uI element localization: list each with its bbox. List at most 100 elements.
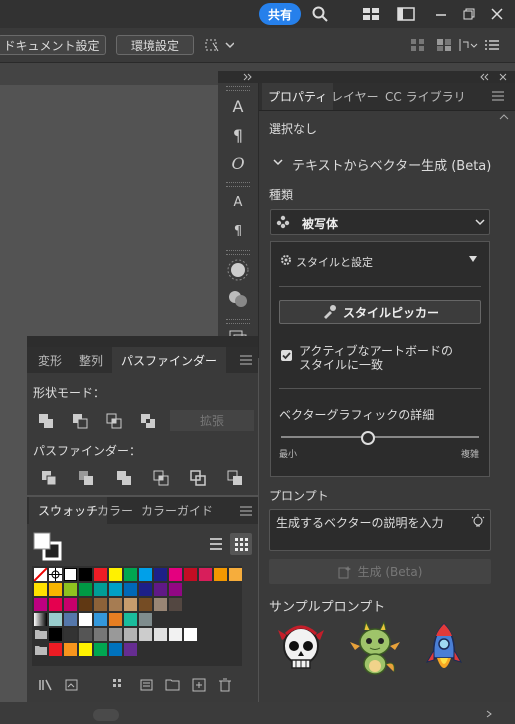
section-title[interactable]: テキストからベクター生成 (Beta) — [292, 155, 491, 174]
swatch[interactable] — [169, 583, 182, 596]
swatch-libraries-icon[interactable] — [38, 678, 54, 692]
search-icon[interactable] — [311, 5, 329, 23]
swatch[interactable] — [199, 568, 212, 581]
list-view-icon[interactable] — [205, 533, 227, 555]
trim-icon[interactable] — [77, 469, 95, 487]
swatch[interactable] — [109, 568, 122, 581]
swatch-pattern[interactable] — [49, 613, 62, 626]
swatch[interactable] — [109, 613, 122, 626]
paragraph-styles-icon[interactable]: ¶ — [226, 219, 250, 243]
grip[interactable] — [226, 86, 250, 91]
graphic-styles-icon[interactable] — [226, 287, 250, 311]
swatch[interactable] — [154, 598, 167, 611]
swatch[interactable] — [109, 628, 122, 641]
tab-transform[interactable]: 変形 — [29, 347, 71, 373]
collapse-icon[interactable] — [243, 73, 253, 81]
swatch[interactable] — [49, 598, 62, 611]
sample-rocket-image[interactable] — [424, 622, 464, 678]
swatch[interactable] — [109, 598, 122, 611]
minus-front-icon[interactable] — [71, 412, 89, 430]
horizontal-scroll-thumb[interactable] — [93, 709, 119, 721]
grip[interactable] — [226, 182, 250, 187]
tab-pathfinder[interactable]: パスファインダー — [112, 347, 227, 373]
tab-properties[interactable]: プロパティ — [262, 83, 334, 110]
panel-menu-icon[interactable] — [484, 38, 500, 52]
swatch[interactable] — [154, 628, 167, 641]
character-styles-icon[interactable]: A — [226, 190, 250, 214]
tab-cc-libraries[interactable]: CC ライブラリ — [379, 83, 472, 110]
swatch-pattern[interactable] — [64, 613, 77, 626]
swatch[interactable] — [124, 613, 137, 626]
swatch[interactable] — [34, 598, 47, 611]
style-settings-label[interactable]: スタイルと設定 — [296, 254, 373, 270]
tab-align[interactable]: 整列 — [70, 347, 112, 373]
grid-dots-icon[interactable] — [410, 38, 426, 52]
swatch-kind-icon[interactable] — [64, 678, 80, 692]
swatch[interactable] — [139, 583, 152, 596]
swatch[interactable] — [49, 643, 62, 656]
swatch-options-icon[interactable] — [139, 678, 155, 692]
prompt-input[interactable]: 生成するベクターの説明を入力 — [269, 509, 491, 551]
swatch[interactable] — [139, 598, 152, 611]
swatch[interactable] — [94, 568, 107, 581]
style-picker-button[interactable]: スタイルピッカー — [279, 300, 481, 324]
swatch[interactable] — [169, 598, 182, 611]
merge-icon[interactable] — [115, 469, 133, 487]
swatch[interactable] — [214, 568, 227, 581]
swatch[interactable] — [169, 568, 182, 581]
swatch[interactable] — [49, 583, 62, 596]
grip[interactable] — [226, 319, 250, 324]
swatch[interactable] — [109, 643, 122, 656]
swatch[interactable] — [139, 568, 152, 581]
swatch[interactable] — [34, 583, 47, 596]
delete-icon[interactable] — [217, 678, 233, 692]
swatch[interactable] — [79, 568, 92, 581]
swatch[interactable] — [154, 583, 167, 596]
swatch[interactable] — [49, 628, 62, 641]
unite-icon[interactable] — [37, 412, 55, 430]
swatch[interactable] — [79, 613, 92, 626]
swatch[interactable] — [169, 628, 182, 641]
swatch[interactable] — [184, 628, 197, 641]
caret-down-icon[interactable] — [469, 256, 477, 262]
panel-icon[interactable] — [397, 5, 415, 23]
color-group-icon[interactable] — [112, 678, 128, 692]
swatch[interactable] — [94, 628, 107, 641]
restore-icon[interactable] — [460, 5, 478, 23]
workspace-icon[interactable] — [362, 5, 380, 23]
character-panel-icon[interactable]: A — [226, 94, 250, 118]
panel-menu-icon[interactable] — [240, 506, 252, 516]
swatch[interactable] — [64, 628, 77, 641]
swatch[interactable] — [124, 598, 137, 611]
swatch-gradient[interactable] — [34, 613, 47, 626]
sample-skull-image[interactable] — [276, 620, 326, 676]
chevron-down-icon[interactable] — [272, 156, 284, 168]
expand-icon[interactable] — [480, 73, 490, 81]
share-button[interactable]: 共有 — [259, 3, 301, 25]
minimize-icon[interactable] — [432, 5, 450, 23]
panel-menu-icon[interactable] — [240, 355, 252, 365]
swatch[interactable] — [109, 583, 122, 596]
swatch[interactable] — [184, 568, 197, 581]
swatch[interactable] — [124, 568, 137, 581]
crop-icon[interactable] — [152, 469, 170, 487]
swatch[interactable] — [124, 643, 137, 656]
sample-dragon-image[interactable] — [350, 620, 400, 678]
lightbulb-icon[interactable] — [470, 514, 486, 530]
opentype-panel-icon[interactable]: O — [226, 151, 250, 175]
swatch[interactable] — [94, 583, 107, 596]
paragraph-panel-icon[interactable]: ¶ — [226, 123, 250, 147]
swatch[interactable] — [64, 583, 77, 596]
expand-button[interactable]: 拡張 — [170, 410, 254, 431]
appearance-icon[interactable] — [226, 258, 250, 282]
scrollbar[interactable] — [498, 112, 510, 712]
new-swatch-icon[interactable] — [191, 678, 207, 692]
minus-back-icon[interactable] — [226, 469, 244, 487]
fill-stroke-icon[interactable] — [32, 531, 62, 561]
divide-icon[interactable] — [40, 469, 58, 487]
grid-view-icon[interactable] — [230, 533, 252, 555]
detail-slider[interactable] — [281, 436, 479, 438]
swatch[interactable] — [64, 598, 77, 611]
swatch[interactable] — [79, 583, 92, 596]
intersect-icon[interactable] — [105, 412, 123, 430]
